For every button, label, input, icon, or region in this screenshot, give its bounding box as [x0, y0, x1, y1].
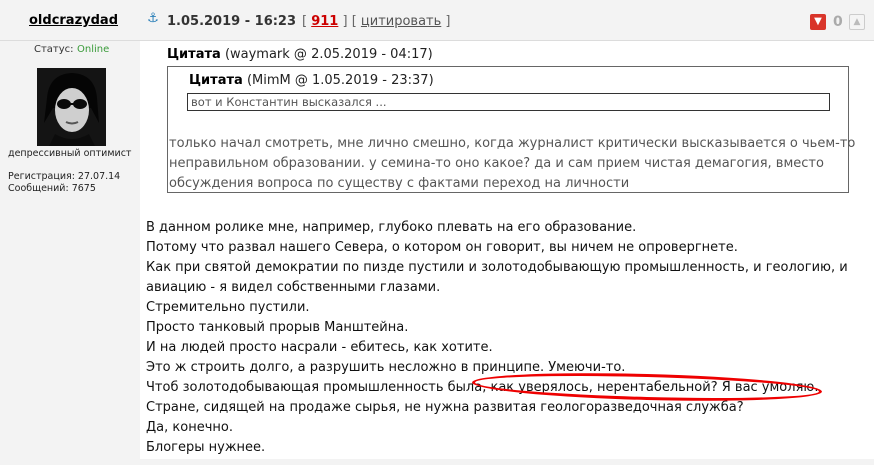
post-header: oldcrazydad ⚓ 1.05.2019 - 16:23 [ 911 ] … [0, 0, 874, 41]
avatar[interactable] [37, 68, 106, 146]
thumb-down-icon[interactable]: ▼ [810, 14, 826, 30]
body-line: Как при святой демократии по пизде пусти… [146, 260, 848, 275]
post-date: 1.05.2019 - 16:23 [167, 14, 297, 29]
quote-inner-label: Цитата [189, 73, 243, 88]
registration-date: Регистрация: 27.07.14 [8, 171, 121, 182]
body-line: Блогеры нужнее. [146, 440, 266, 455]
anchor-icon[interactable]: ⚓ [146, 12, 160, 26]
body-line: Просто танковый прорыв Манштейна. [146, 320, 409, 335]
body-line: Стремительно пустили. [146, 300, 310, 315]
body-line: Чтоб золотодобывающая промышленность был… [146, 380, 819, 395]
body-line: В данном ролике мне, например, глубоко п… [146, 220, 637, 235]
quote-line: обсуждения вопроса по существу с фактами… [169, 176, 630, 191]
quote-line: только начал смотреть, мне лично смешно,… [169, 136, 856, 151]
quote-outer-meta: (waymark @ 2.05.2019 - 04:17) [224, 47, 433, 62]
vote-count: 0 [833, 14, 843, 30]
user-title: депрессивный оптимист [8, 148, 132, 159]
status-label: Статус: [34, 44, 74, 55]
thumb-up-icon[interactable]: ▲ [849, 14, 865, 30]
avatar-image [37, 68, 106, 146]
quote-outer-header: Цитата (waymark @ 2.05.2019 - 04:17) [167, 47, 433, 62]
quote-line: неправильном образовании. у семина-то он… [169, 156, 824, 171]
quote-inner-meta: (MimM @ 1.05.2019 - 23:37) [246, 73, 434, 88]
body-line: авиацию - я видел собственными глазами. [146, 280, 441, 295]
quote-inner-header: Цитата (MimM @ 1.05.2019 - 23:37) [189, 73, 434, 88]
body-line: И на людей просто насрали - ебитесь, как… [146, 340, 493, 355]
post-number-link[interactable]: 911 [311, 14, 338, 29]
message-count: Сообщений: 7675 [8, 183, 96, 194]
post-footer-bar [140, 459, 874, 465]
username-link[interactable]: oldcrazydad [29, 13, 118, 28]
body-line: Потому что развал нашего Севера, о котор… [146, 240, 738, 255]
status-value: Online [77, 44, 110, 55]
body-line: Это ж строить долго, а разрушить несложн… [146, 360, 626, 375]
quote-link[interactable]: цитировать [361, 14, 441, 29]
body-line: Стране, сидящей на продаже сырья, не нуж… [146, 400, 744, 415]
body-line: Да, конечно. [146, 420, 233, 435]
user-sidebar: Статус: Online депрессивный оптимист Рег… [0, 41, 140, 465]
quote-inner-text: вот и Константин высказался ... [187, 93, 830, 111]
post-body: В данном ролике мне, например, глубоко п… [146, 218, 856, 458]
quote-outer-text: только начал смотреть, мне лично смешно,… [169, 134, 856, 194]
quote-outer-label: Цитата [167, 47, 221, 62]
post-meta: [ 911 ] [ цитировать ] [302, 14, 451, 29]
